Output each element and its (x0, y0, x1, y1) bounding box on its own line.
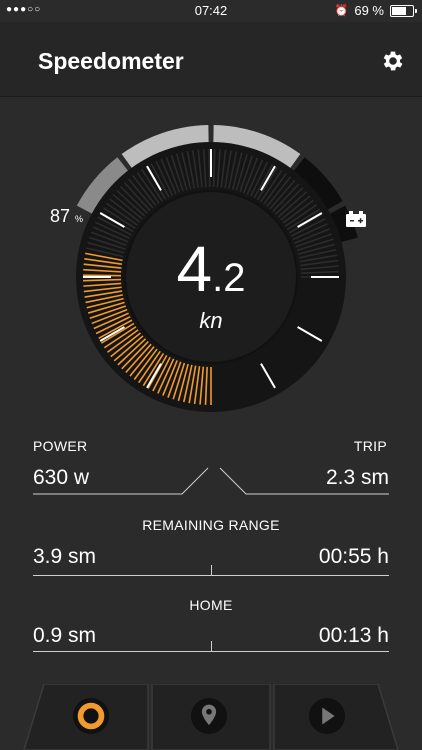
speed-unit: kn (199, 308, 223, 333)
status-right: ⏰ 69 % (334, 3, 417, 18)
page-title: Speedometer (38, 48, 184, 74)
battery-level-readout: 87 % (50, 206, 83, 227)
alarm-icon: ⏰ (334, 5, 349, 17)
tab-play[interactable] (308, 697, 346, 735)
remaining-range-time: 00:55 h (318, 545, 389, 568)
gauge-tick (212, 149, 216, 188)
battery-level-value: 87 (50, 206, 71, 226)
home-label: HOME (189, 597, 233, 613)
home-line (33, 651, 389, 652)
battery-icon (390, 4, 417, 17)
home-distance: 0.9 sm (33, 624, 97, 647)
speed-decimal: .2 (212, 256, 246, 300)
tab-map[interactable] (190, 697, 228, 735)
home-time: 00:13 h (318, 624, 389, 647)
power-trip-divider (33, 467, 389, 495)
remaining-range-line (33, 575, 389, 576)
remaining-range-distance: 3.9 sm (33, 545, 97, 568)
remaining-range-tick (211, 565, 212, 575)
speed-readout: 4.2 (0, 232, 422, 306)
battery-charge-icon (346, 211, 366, 227)
gear-icon[interactable] (380, 48, 406, 74)
speed-integer: 4 (176, 233, 213, 305)
header: Speedometer (0, 22, 422, 97)
tab-speedometer[interactable] (72, 697, 110, 735)
gauge-tick (208, 149, 211, 188)
home-tick (211, 641, 212, 651)
remaining-range-label: REMAINING RANGE (142, 517, 280, 533)
trip-label: TRIP (353, 438, 387, 454)
battery-percent: 69 % (354, 3, 384, 18)
battery-level-unit: % (75, 214, 84, 224)
status-bar: ●●●○○ 07:42 ⏰ 69 % (0, 0, 422, 22)
power-label: POWER (33, 438, 88, 454)
